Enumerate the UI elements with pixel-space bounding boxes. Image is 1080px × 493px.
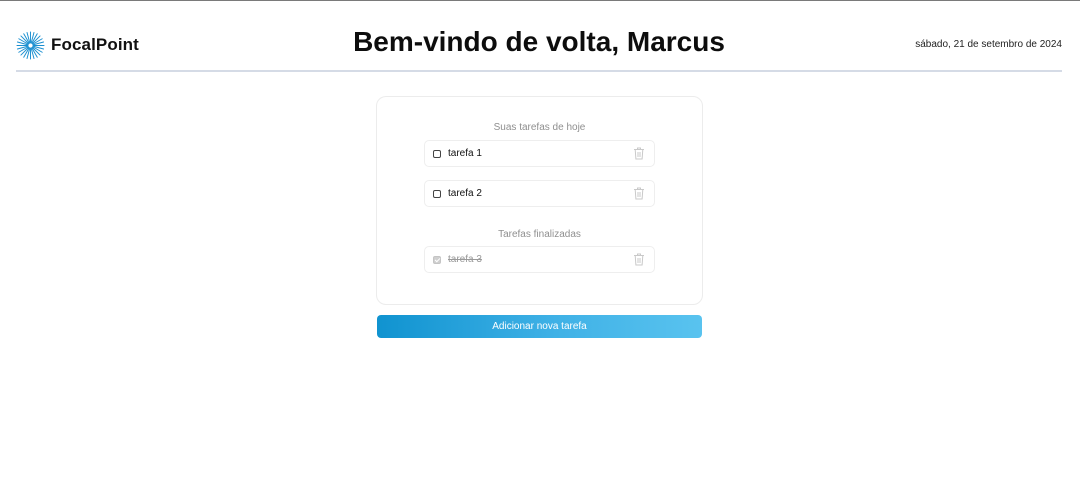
task-checkbox[interactable] <box>433 190 441 198</box>
trash-icon[interactable] <box>633 253 645 266</box>
window-top-border <box>0 0 1080 1</box>
task-checkbox[interactable] <box>433 150 441 158</box>
task-item-finished: tarefa 3 <box>424 246 655 273</box>
today-tasks-heading: Suas tarefas de hoje <box>493 122 586 133</box>
app-header: FocalPoint Bem-vindo de volta, Marcus sá… <box>16 22 1062 72</box>
trash-icon[interactable] <box>633 147 645 160</box>
add-task-button[interactable]: Adicionar nova tarefa <box>377 315 702 338</box>
task-label: tarefa 3 <box>448 254 482 265</box>
trash-icon[interactable] <box>633 187 645 200</box>
task-label: tarefa 1 <box>448 148 482 159</box>
task-item: tarefa 1 <box>424 140 655 167</box>
task-label: tarefa 2 <box>448 188 482 199</box>
tasks-card: Suas tarefas de hoje tarefa 1 tarefa 2 T… <box>376 96 703 305</box>
page-title: Bem-vindo de volta, Marcus <box>353 26 725 57</box>
task-checkbox-checked[interactable] <box>433 256 441 264</box>
finished-tasks-heading: Tarefas finalizadas <box>498 229 581 240</box>
task-item: tarefa 2 <box>424 180 655 207</box>
current-date: sábado, 21 de setembro de 2024 <box>915 39 1062 50</box>
